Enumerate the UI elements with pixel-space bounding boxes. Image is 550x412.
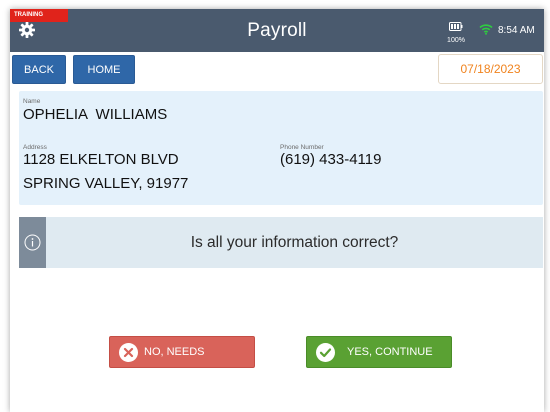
- info-icon: [24, 234, 41, 251]
- battery-indicator: 100%: [446, 18, 466, 44]
- address-label: Address: [23, 144, 47, 151]
- phone-label: Phone Number: [280, 144, 324, 151]
- wifi-icon: [479, 22, 493, 40]
- home-button[interactable]: HOME: [73, 55, 135, 84]
- phone-number: (619) 433-4119: [280, 151, 382, 168]
- address-line2: SPRING VALLEY, 91977: [23, 175, 189, 192]
- address-line1: 1128 ELKELTON BLVD: [23, 151, 179, 168]
- no-needs-changes-button[interactable]: NO, NEEDS CHANGES: [109, 336, 255, 388]
- clock: 8:54 AM: [498, 25, 535, 36]
- check-circle-icon: [316, 343, 335, 362]
- top-bar: TRAINING Payroll 100% 8:54 AM: [10, 9, 544, 52]
- name-label: Name: [23, 98, 41, 105]
- app-window: TRAINING Payroll 100% 8:54 AM BACK HOME …: [10, 9, 544, 412]
- yes-button-label: YES, CONTINUE: [347, 346, 433, 358]
- prompt-question: Is all your information correct?: [190, 234, 399, 251]
- prompt-side-strip: [19, 217, 46, 268]
- confirmation-prompt: Is all your information correct?: [19, 217, 543, 268]
- nav-bar: BACK HOME 07/18/2023: [10, 52, 544, 87]
- no-button-label: NO, NEEDS CHANGES: [144, 346, 205, 388]
- battery-percent: 100%: [447, 37, 465, 44]
- employee-info-panel: Name OPHELIA WILLIAMS Address 1128 ELKEL…: [19, 91, 543, 205]
- back-button[interactable]: BACK: [12, 55, 66, 84]
- yes-continue-button[interactable]: YES, CONTINUE: [306, 336, 452, 368]
- date-display: 07/18/2023: [438, 54, 543, 84]
- x-circle-icon: [119, 343, 138, 362]
- employee-name: OPHELIA WILLIAMS: [23, 106, 168, 123]
- battery-icon: [449, 18, 463, 35]
